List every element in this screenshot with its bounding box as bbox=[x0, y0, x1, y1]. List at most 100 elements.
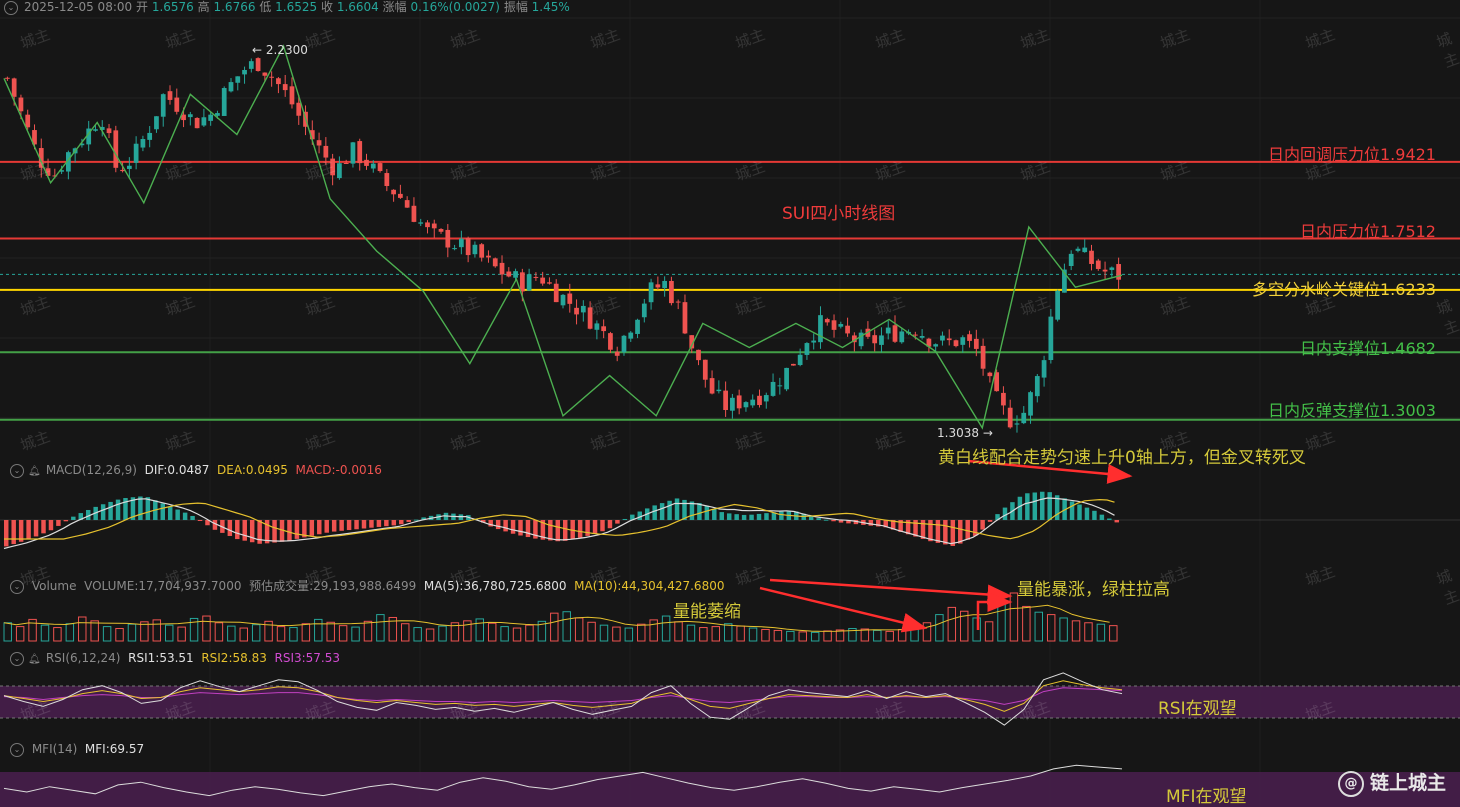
macd-bar bbox=[4, 520, 9, 547]
volume-bar bbox=[873, 629, 882, 642]
volume-bar bbox=[823, 630, 832, 642]
macd-bar bbox=[63, 520, 69, 522]
candle-body bbox=[187, 114, 193, 118]
chevron-down-icon[interactable]: ⌄ bbox=[4, 1, 18, 15]
macd-header: ⌄ 🔔︎ MACD(12,26,9) DIF:0.0487 DEA:0.0495 … bbox=[10, 463, 382, 478]
bell-icon[interactable]: 🔔︎ bbox=[28, 466, 42, 477]
macd-bar bbox=[361, 520, 367, 529]
volume-bar bbox=[40, 624, 50, 642]
candle-body bbox=[960, 337, 966, 345]
volume-bar bbox=[90, 620, 99, 642]
candle-body bbox=[967, 334, 972, 341]
macd-bar bbox=[987, 520, 993, 522]
macd-bar bbox=[41, 520, 46, 534]
high-value: 1.6766 bbox=[213, 0, 256, 14]
candle-body bbox=[560, 294, 566, 306]
candle-body bbox=[587, 307, 593, 329]
candle-body bbox=[1095, 260, 1101, 269]
macd-bar bbox=[652, 505, 657, 520]
macd-bar bbox=[160, 503, 165, 520]
volume-annotation-2: 量能暴涨，绿柱拉高 bbox=[1017, 580, 1170, 600]
candle-body bbox=[614, 351, 620, 356]
volume-bar bbox=[53, 627, 62, 642]
candle-body bbox=[337, 163, 342, 179]
candle-body bbox=[343, 162, 349, 164]
bell-icon[interactable]: 🔔︎ bbox=[28, 654, 42, 665]
macd-bar bbox=[615, 520, 620, 524]
volume-bar bbox=[1096, 623, 1106, 642]
candle-body bbox=[411, 205, 417, 222]
chevron-down-icon[interactable]: ⌄ bbox=[10, 580, 24, 594]
chevron-down-icon[interactable]: ⌄ bbox=[10, 464, 24, 478]
candle-body bbox=[140, 139, 146, 148]
candle-body bbox=[818, 315, 823, 343]
macd-bar bbox=[1047, 492, 1052, 520]
macd-bar bbox=[958, 520, 963, 544]
candle-body bbox=[635, 319, 640, 334]
macd-bar bbox=[309, 520, 315, 536]
candle-body bbox=[675, 301, 681, 303]
candle-body bbox=[289, 86, 295, 105]
rsi-header: ⌄ 🔔︎ RSI(6,12,24) RSI1:53.51 RSI2:58.83 R… bbox=[10, 651, 340, 666]
volume-bar bbox=[773, 629, 783, 642]
candle-body bbox=[377, 163, 383, 172]
volume-bar bbox=[227, 625, 236, 642]
change-value: 0.16%(0.0027) bbox=[410, 0, 500, 14]
volume-bar bbox=[401, 623, 410, 642]
volume-bar bbox=[525, 624, 534, 642]
volume-bar bbox=[674, 621, 683, 642]
macd-bar bbox=[182, 512, 188, 520]
volume-bar bbox=[723, 623, 733, 642]
chevron-down-icon[interactable]: ⌄ bbox=[10, 743, 24, 757]
chevron-down-icon[interactable]: ⌄ bbox=[10, 652, 24, 666]
macd-bar bbox=[943, 520, 948, 545]
macd-bar bbox=[272, 520, 277, 543]
macd-bar bbox=[287, 520, 292, 541]
candle-body bbox=[987, 372, 993, 377]
volume-bar bbox=[810, 631, 820, 642]
level-label-1: 日内回调压力位1.9421 bbox=[1268, 145, 1436, 164]
open-label: 开 bbox=[135, 0, 148, 14]
candle-body bbox=[167, 91, 173, 100]
candle-body bbox=[1021, 412, 1027, 424]
macd-bar bbox=[399, 520, 404, 525]
candle-body bbox=[5, 77, 10, 79]
macd-bar bbox=[1084, 507, 1090, 520]
macd-bar bbox=[697, 503, 702, 520]
macd-bar bbox=[167, 506, 173, 520]
candle-body bbox=[106, 128, 112, 134]
candle-body bbox=[425, 222, 430, 228]
high-marker-value: 2.2300 bbox=[265, 43, 308, 57]
volume-bar bbox=[326, 621, 335, 642]
candle-body bbox=[506, 271, 512, 277]
candle-body bbox=[933, 344, 939, 347]
macd-bar bbox=[1077, 504, 1082, 520]
amplitude-value: 1.45% bbox=[531, 0, 570, 14]
candle-body bbox=[669, 280, 674, 304]
volume-panel bbox=[3, 592, 1118, 642]
mfi-header: ⌄ MFI(14) MFI:69.57 bbox=[10, 742, 144, 757]
volume-bar bbox=[1084, 622, 1093, 642]
candle-body bbox=[486, 255, 491, 258]
change-label: 涨幅 bbox=[382, 0, 407, 14]
candle-body bbox=[608, 333, 613, 350]
volume-bar bbox=[438, 625, 447, 642]
candle-body bbox=[899, 331, 905, 343]
volume-bar bbox=[15, 626, 25, 642]
macd-bar bbox=[384, 520, 389, 527]
candle-body bbox=[1048, 316, 1054, 361]
candle-body bbox=[973, 338, 979, 349]
macd-bar bbox=[1092, 510, 1097, 520]
candle-body bbox=[357, 141, 363, 164]
macd-bar bbox=[563, 520, 568, 541]
volume-bar bbox=[487, 622, 497, 642]
candle-body bbox=[25, 114, 31, 128]
candle-body bbox=[282, 84, 288, 91]
volume-bar bbox=[786, 630, 795, 642]
macd-bar bbox=[741, 514, 747, 520]
macd-bar bbox=[950, 520, 956, 546]
volume-bar bbox=[686, 624, 696, 642]
ma5-value: MA(5):36,780,725.6800 bbox=[423, 579, 567, 593]
volume-bar bbox=[736, 625, 745, 642]
volume-annotation-1: 量能萎缩 bbox=[673, 602, 741, 622]
